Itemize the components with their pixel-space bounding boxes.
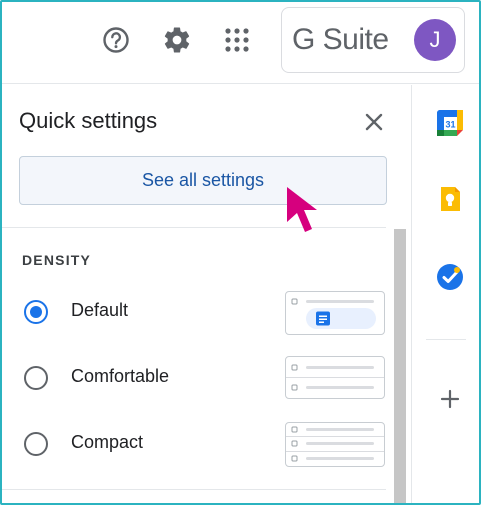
apps-grid-icon[interactable] <box>221 24 253 56</box>
account-switcher[interactable]: G Suite J <box>281 7 465 73</box>
section-divider <box>2 227 386 228</box>
calendar-icon[interactable]: 31 <box>436 109 464 137</box>
default-density-preview <box>285 291 385 335</box>
comfortable-density-preview <box>285 356 385 399</box>
panel-title: Quick settings <box>19 108 158 133</box>
see-all-settings-button[interactable]: See all settings <box>19 156 387 205</box>
mouse-pointer-icon <box>287 187 317 232</box>
avatar-initial: J <box>429 27 441 52</box>
density-option-label: Compact <box>71 432 144 452</box>
side-panel-rail: 31 <box>411 85 479 503</box>
radio-comfortable[interactable] <box>24 366 48 390</box>
avatar[interactable]: J <box>414 19 456 61</box>
plus-icon[interactable] <box>436 385 464 413</box>
quick-settings-panel: Quick settings See all settings DENSITY … <box>2 85 395 503</box>
help-icon[interactable] <box>100 24 132 56</box>
see-all-settings-label: See all settings <box>141 170 265 190</box>
section-divider <box>2 489 386 490</box>
keep-icon[interactable] <box>436 185 464 213</box>
density-heading: DENSITY <box>22 252 92 268</box>
panel-scrollbar[interactable] <box>394 229 406 503</box>
compact-density-preview <box>285 422 385 467</box>
gsuite-logo-text: G Suite <box>292 23 389 56</box>
radio-default[interactable] <box>24 300 48 324</box>
calendar-day-number: 31 <box>445 120 455 130</box>
top-header: G Suite J <box>2 2 479 84</box>
radio-compact[interactable] <box>24 432 48 456</box>
density-option-label: Default <box>71 300 129 320</box>
rail-divider <box>426 339 466 340</box>
density-option-label: Comfortable <box>71 366 170 386</box>
app-frame: G Suite J Quick settings See all setting… <box>0 0 481 505</box>
close-icon[interactable] <box>361 109 387 135</box>
tasks-icon[interactable] <box>436 263 464 291</box>
gear-icon[interactable] <box>161 24 193 56</box>
